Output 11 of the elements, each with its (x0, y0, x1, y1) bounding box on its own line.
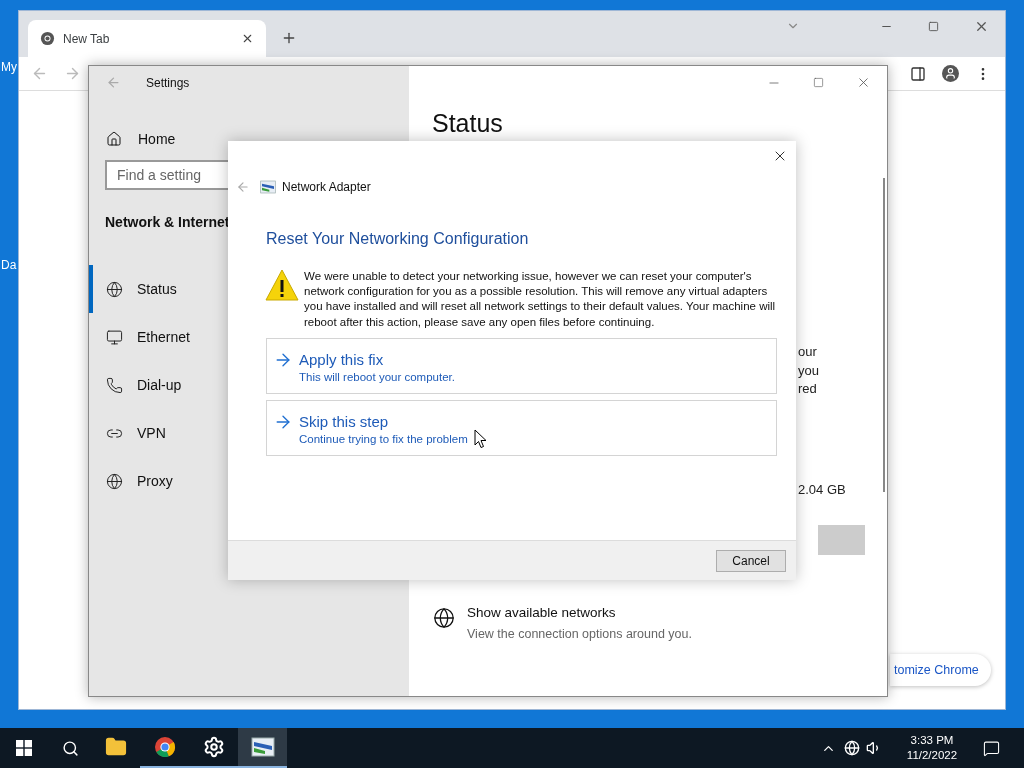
body-text: red (798, 380, 818, 398)
page-title: Status (432, 108, 504, 138)
warning-message: We were unable to detect your networking issue, however we can reset your computer's network configuration for you as a possible resolution. This will remove any virtual adapters you have installed and will reset all network settings to their default values. Your machine will reboot after this action, please save any open files before continuing. (304, 269, 777, 330)
body-text: our (798, 343, 818, 361)
body-text: you (798, 361, 820, 380)
data-usage: 2.04 GB (798, 480, 847, 499)
tab-title: New Tab (63, 30, 111, 48)
dialog-heading: Reset Your Networking Configuration (266, 229, 530, 249)
section-heading: Network & Internet (105, 213, 231, 232)
link-subtitle: View the connection options around you. (467, 626, 692, 644)
window-title: Settings (146, 74, 190, 92)
